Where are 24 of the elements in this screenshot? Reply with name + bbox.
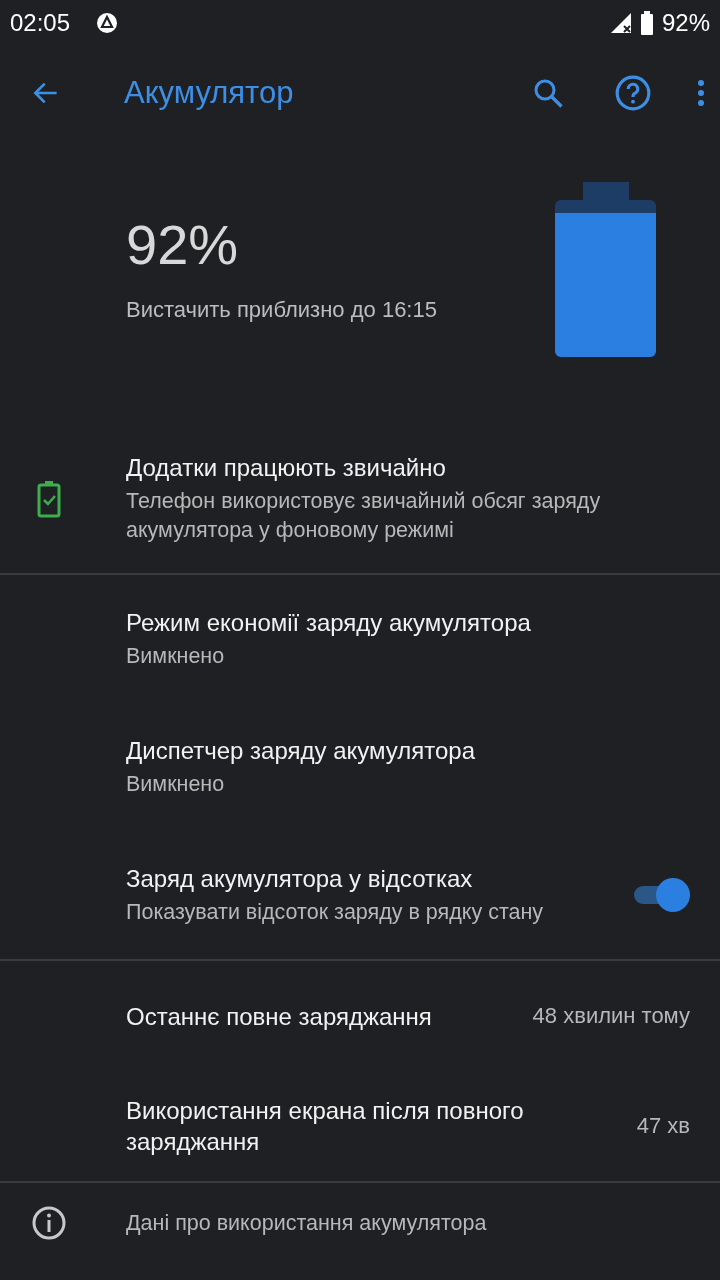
stat-label: Останнє повне заряджання bbox=[126, 1001, 433, 1032]
tip-title: Додатки працюють звичайно bbox=[126, 453, 447, 483]
setting-item[interactable]: Заряд акумулятора у відсотках Показувати відсоток заряду в рядку стану bbox=[0, 831, 720, 960]
help-button[interactable] bbox=[614, 73, 652, 112]
battery-icon bbox=[639, 10, 654, 35]
stat-label: Використання екрана після повного заряджання bbox=[126, 1096, 525, 1158]
battery-level-icon bbox=[555, 182, 656, 357]
stat-value: 47 хв bbox=[636, 1113, 690, 1140]
battery-estimate: Вистачить приблизно до 16:15 bbox=[126, 297, 438, 323]
stat-value: 48 хвилин тому bbox=[532, 1003, 690, 1030]
battery-check-icon bbox=[37, 479, 61, 518]
app-notification-icon bbox=[96, 11, 119, 34]
status-time: 02:05 bbox=[10, 8, 71, 37]
usage-info-text: Дані про використання акумулятора bbox=[126, 1209, 487, 1237]
info-icon bbox=[31, 1205, 67, 1242]
setting-item[interactable]: Диспетчер заряду акумулятора Вимкнено bbox=[0, 703, 720, 832]
tip-description: Телефон використовує звичайний обсяг заряду акумулятора у фоновому режимі bbox=[126, 488, 602, 545]
battery-percent: 92% bbox=[126, 212, 240, 277]
battery-percentage: 92% bbox=[661, 8, 710, 37]
setting-item[interactable]: Режим економії заряду акумулятора Вимкнено bbox=[0, 575, 720, 704]
page-title: Акумулятор bbox=[124, 74, 294, 111]
more-options-button[interactable] bbox=[696, 77, 706, 108]
toggle-switch[interactable] bbox=[632, 877, 690, 914]
signal-icon bbox=[609, 11, 632, 34]
